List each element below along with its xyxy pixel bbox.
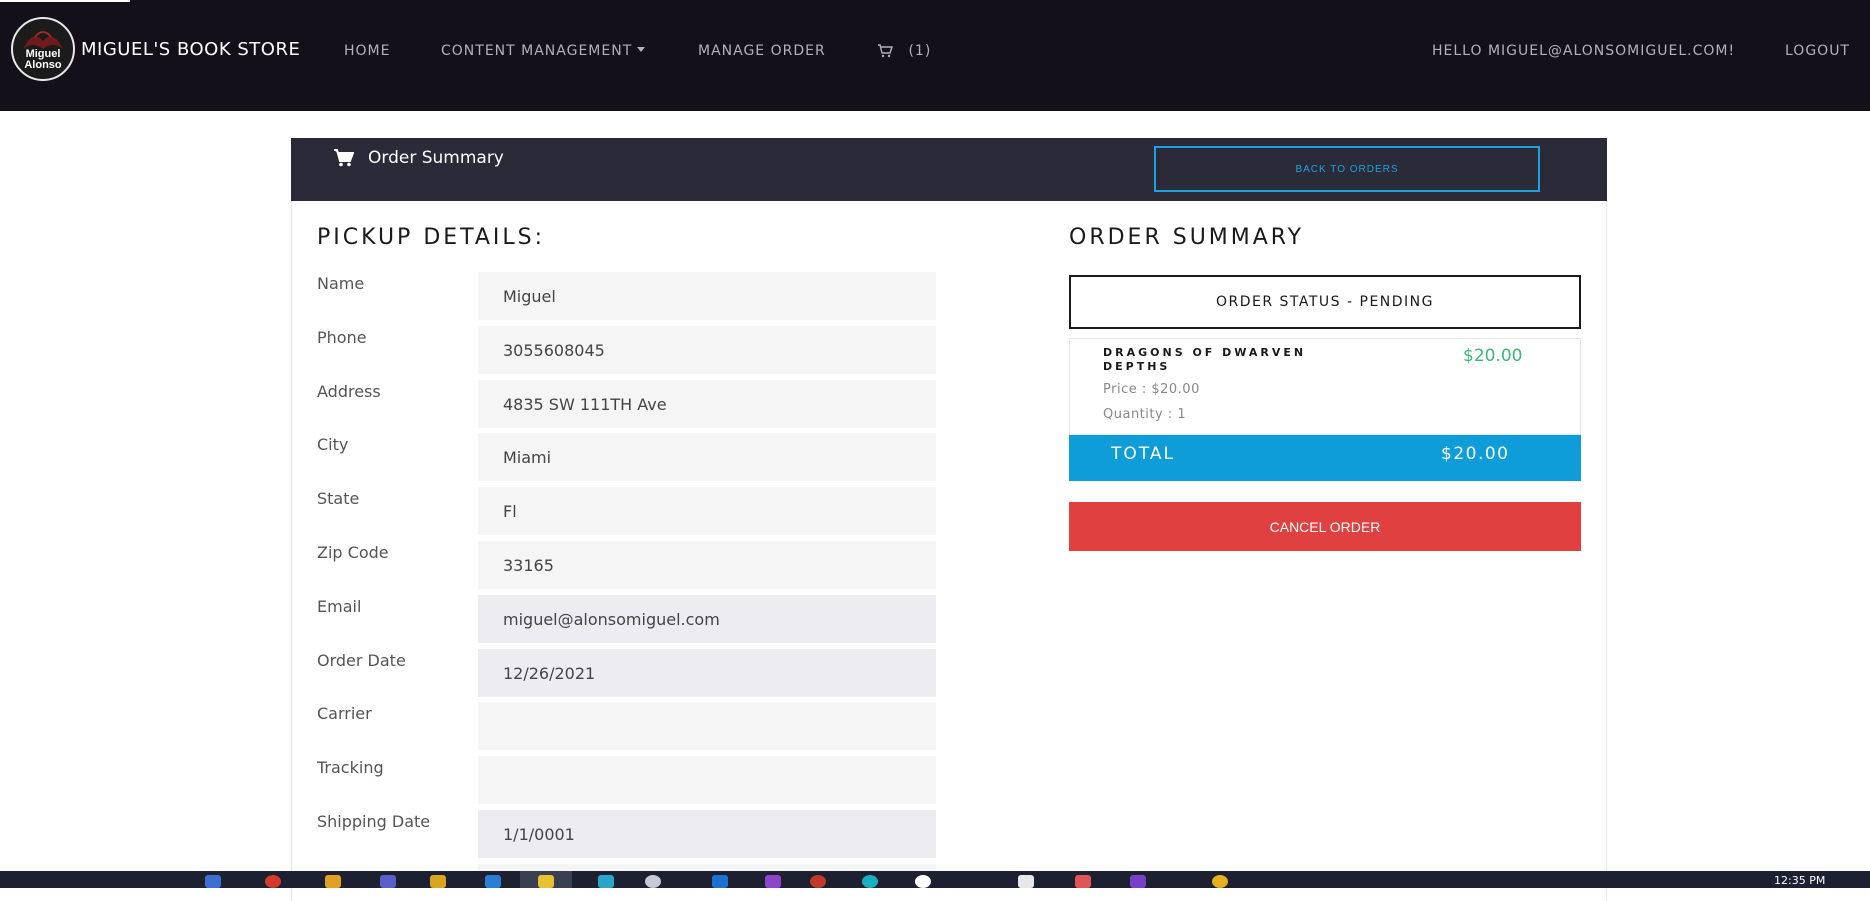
taskbar-app-icon[interactable] bbox=[380, 875, 396, 888]
item-line-price: $20.00 bbox=[1463, 346, 1523, 366]
item-unit-price: Price : $20.00 bbox=[1103, 382, 1200, 397]
taskbar-app-icon[interactable] bbox=[1130, 875, 1146, 888]
nav-manage-order[interactable]: MANAGE ORDER bbox=[698, 43, 826, 59]
label-state: State bbox=[317, 489, 360, 508]
nav-home[interactable]: HOME bbox=[344, 43, 390, 59]
header-title: Order Summary bbox=[368, 148, 504, 168]
label-order-date: Order Date bbox=[317, 651, 406, 670]
taskbar-app-icon[interactable] bbox=[205, 875, 221, 888]
taskbar-app-icon[interactable] bbox=[430, 875, 446, 888]
logo-text: Miguel Alonso bbox=[24, 48, 62, 71]
taskbar-app-icon[interactable] bbox=[810, 875, 826, 888]
store-logo[interactable]: Miguel Alonso bbox=[11, 17, 75, 81]
label-phone: Phone bbox=[317, 328, 367, 347]
label-name: Name bbox=[317, 274, 365, 293]
label-email: Email bbox=[317, 597, 362, 616]
taskbar-app-icon[interactable] bbox=[645, 875, 661, 888]
item-title: DRAGONS OF DWARVEN DEPTHS bbox=[1103, 346, 1307, 373]
label-carrier: Carrier bbox=[317, 704, 372, 723]
label-shipping-date: Shipping Date bbox=[317, 812, 431, 831]
city-field[interactable]: Miami bbox=[478, 433, 936, 481]
label-zip-code: Zip Code bbox=[317, 543, 389, 562]
taskbar-app-icon[interactable] bbox=[712, 875, 728, 888]
next-field-partial[interactable] bbox=[478, 864, 936, 871]
taskbar-app-icon[interactable] bbox=[765, 875, 781, 888]
user-greeting: HELLO MIGUEL@ALONSOMIGUEL.COM! bbox=[1432, 43, 1736, 59]
taskbar-app-icon[interactable] bbox=[915, 875, 931, 888]
taskbar-app-icon[interactable] bbox=[1212, 875, 1228, 888]
header-cart-icon bbox=[334, 149, 355, 171]
address-field[interactable]: 4835 SW 111TH Ave bbox=[478, 380, 936, 428]
shipping-date-field: 1/1/0001 bbox=[478, 810, 936, 858]
state-field[interactable]: Fl bbox=[478, 487, 936, 535]
phone-field[interactable]: 3055608045 bbox=[478, 326, 936, 374]
item-quantity: Quantity : 1 bbox=[1103, 407, 1187, 422]
email-field: miguel@alonsomiguel.com bbox=[478, 595, 936, 643]
order-status-badge: ORDER STATUS - PENDING bbox=[1069, 275, 1581, 329]
top-navbar: Miguel Alonso MIGUEL'S BOOK STORE HOME C… bbox=[0, 0, 1870, 111]
taskbar-app-icon[interactable] bbox=[862, 875, 878, 888]
back-to-orders-button[interactable]: BACK TO ORDERS bbox=[1154, 146, 1540, 192]
cancel-order-button[interactable]: CANCEL ORDER bbox=[1069, 502, 1581, 551]
label-city: City bbox=[317, 435, 349, 454]
tracking-field[interactable] bbox=[478, 756, 936, 804]
total-value: $20.00 bbox=[1441, 444, 1510, 464]
name-field[interactable]: Miguel bbox=[478, 272, 936, 320]
nav-content-management[interactable]: CONTENT MANAGEMENT bbox=[441, 43, 646, 59]
navbar-top-line bbox=[0, 0, 130, 2]
label-tracking: Tracking bbox=[317, 758, 384, 777]
order-total-bar: TOTAL $20.00 bbox=[1069, 435, 1581, 481]
cart-count: (1) bbox=[908, 43, 932, 59]
taskbar-app-icon[interactable] bbox=[1018, 875, 1034, 888]
logout-link[interactable]: LOGOUT bbox=[1785, 43, 1850, 59]
brand-name[interactable]: MIGUEL'S BOOK STORE bbox=[81, 39, 300, 60]
chevron-down-icon bbox=[637, 46, 646, 52]
label-address: Address bbox=[317, 382, 381, 401]
taskbar-app-icon[interactable] bbox=[1075, 875, 1091, 888]
order-summary-title: ORDER SUMMARY bbox=[1069, 225, 1305, 250]
cart-icon bbox=[878, 44, 893, 58]
order-date-field: 12/26/2021 bbox=[478, 649, 936, 697]
taskbar-app-icon[interactable] bbox=[265, 875, 281, 888]
zip-code-field[interactable]: 33165 bbox=[478, 541, 936, 589]
total-label: TOTAL bbox=[1111, 444, 1175, 464]
taskbar-clock[interactable]: 12:35 PM bbox=[1774, 874, 1825, 887]
taskbar-app-icon[interactable] bbox=[485, 875, 501, 888]
taskbar-app-icon[interactable] bbox=[598, 875, 614, 888]
pickup-details-title: PICKUP DETAILS: bbox=[317, 225, 546, 250]
carrier-field[interactable] bbox=[478, 702, 936, 750]
taskbar-folder-icon[interactable] bbox=[325, 875, 341, 888]
nav-cart[interactable]: (1) bbox=[877, 43, 931, 59]
taskbar-app-icon[interactable] bbox=[538, 875, 554, 888]
